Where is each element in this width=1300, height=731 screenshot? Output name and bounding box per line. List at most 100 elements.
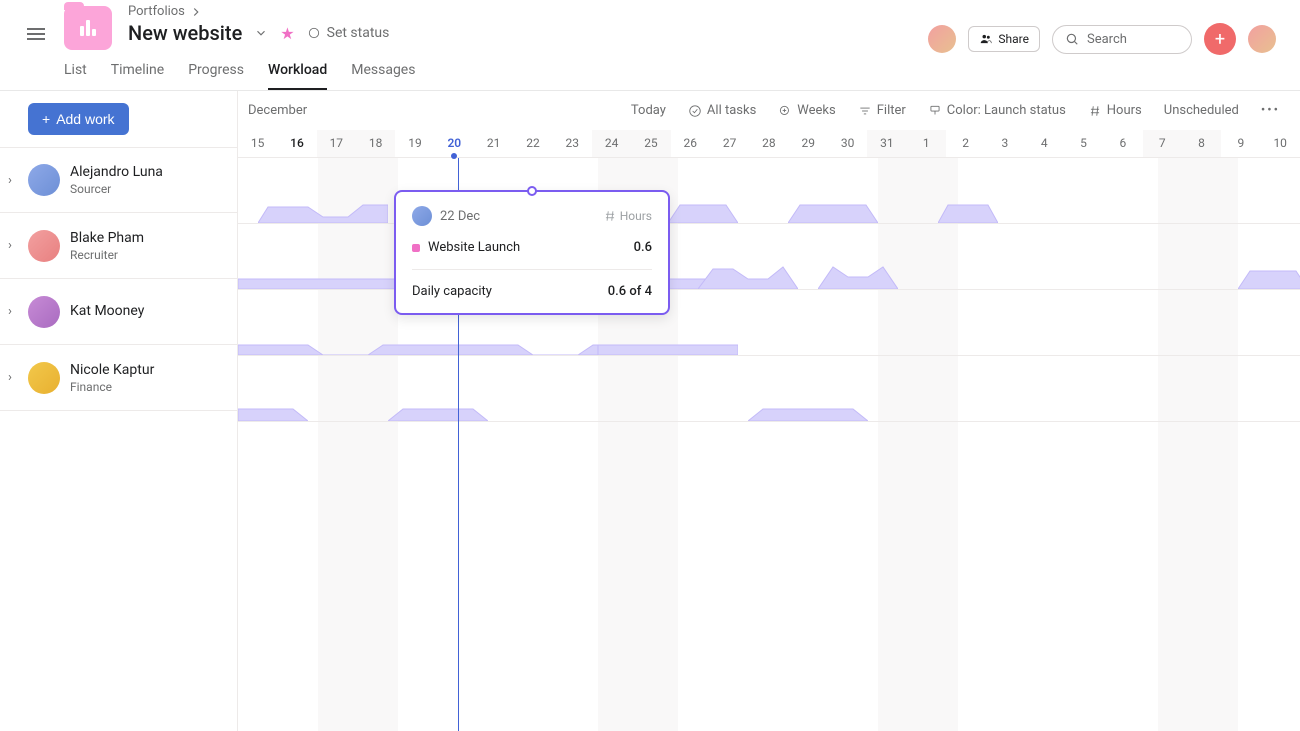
chevron-right-icon: › [8, 370, 18, 385]
color-button[interactable]: Color: Launch status [924, 99, 1070, 122]
topbar-right: Share Search + [928, 23, 1276, 55]
timeline-toolbar: December Today All tasks Weeks Filter Co… [238, 91, 1300, 130]
set-status-button[interactable]: Set status [307, 25, 390, 41]
workload-shape [238, 393, 308, 421]
member-name: Alejandro Luna [70, 164, 163, 180]
tab-timeline[interactable]: Timeline [111, 62, 164, 90]
date-cell[interactable]: 26 [671, 130, 710, 157]
add-work-button[interactable]: + Add work [28, 103, 129, 135]
hash-icon [603, 209, 617, 223]
user-avatar-small[interactable] [928, 25, 956, 53]
today-button[interactable]: Today [627, 99, 670, 122]
task-color-dot [412, 244, 420, 252]
date-cell[interactable]: 21 [474, 130, 513, 157]
all-tasks-filter[interactable]: All tasks [684, 99, 760, 122]
zoom-icon [778, 104, 792, 118]
date-cell[interactable]: 30 [828, 130, 867, 157]
date-cell[interactable]: 1 [907, 130, 946, 157]
hash-icon [1088, 104, 1102, 118]
date-cell[interactable]: 5 [1064, 130, 1103, 157]
search-input[interactable]: Search [1052, 25, 1192, 54]
workload-shape [668, 195, 738, 223]
status-circle-icon [307, 26, 321, 40]
plus-icon: + [42, 111, 50, 127]
tab-messages[interactable]: Messages [351, 62, 415, 90]
current-user-avatar[interactable] [1248, 25, 1276, 53]
date-cell[interactable]: 3 [985, 130, 1024, 157]
color-label: Color: Launch status [947, 103, 1066, 118]
tooltip-date: 22 Dec [440, 209, 480, 224]
member-row[interactable]: › Blake Pham Recruiter [0, 213, 237, 279]
workload-shape [788, 195, 878, 223]
avatar [28, 362, 60, 394]
month-label: December [246, 103, 307, 118]
search-placeholder: Search [1087, 32, 1127, 47]
tooltip-hours-badge: Hours [603, 209, 652, 223]
date-cell[interactable]: 22 [513, 130, 552, 157]
member-role: Finance [70, 380, 154, 394]
workload-shape [388, 393, 488, 421]
tab-list[interactable]: List [64, 62, 87, 90]
chevron-right-icon: › [8, 304, 18, 319]
date-cell[interactable]: 7 [1143, 130, 1182, 157]
tooltip-task-value: 0.6 [634, 240, 652, 255]
title-dropdown-icon[interactable] [254, 26, 268, 40]
member-row[interactable]: › Alejandro Luna Sourcer [0, 147, 237, 213]
workload-tooltip: 22 Dec Hours Website Launch 0.6 [394, 190, 670, 315]
unscheduled-button[interactable]: Unscheduled [1160, 99, 1243, 122]
main-content: + Add work › Alejandro Luna Sourcer › Bl… [0, 91, 1300, 731]
date-cell[interactable]: 31 [867, 130, 906, 157]
date-cell[interactable]: 23 [553, 130, 592, 157]
date-cell[interactable]: 6 [1103, 130, 1142, 157]
date-cell[interactable]: 4 [1025, 130, 1064, 157]
workload-shape [598, 327, 738, 355]
tab-workload[interactable]: Workload [268, 62, 327, 90]
hours-button[interactable]: Hours [1084, 99, 1146, 122]
tooltip-handle-icon[interactable] [527, 186, 537, 196]
workload-shape [818, 261, 898, 289]
date-cell[interactable]: 19 [395, 130, 434, 157]
date-cell[interactable]: 8 [1182, 130, 1221, 157]
date-cell[interactable]: 18 [356, 130, 395, 157]
hours-label: Hours [1107, 103, 1142, 118]
search-icon [1065, 32, 1079, 46]
share-button[interactable]: Share [968, 26, 1040, 52]
workload-shape [238, 327, 598, 355]
workload-shape [258, 195, 388, 223]
member-row[interactable]: › Nicole Kaptur Finance [0, 345, 237, 411]
date-cell[interactable]: 9 [1221, 130, 1260, 157]
chevron-right-icon [189, 5, 203, 19]
favorite-star-icon[interactable]: ★ [280, 24, 294, 43]
chevron-right-icon: › [8, 238, 18, 253]
member-role: Sourcer [70, 182, 163, 196]
date-cell[interactable]: 17 [317, 130, 356, 157]
breadcrumb-parent[interactable]: Portfolios [128, 4, 185, 19]
chevron-right-icon: › [8, 173, 18, 188]
zoom-weeks[interactable]: Weeks [774, 99, 839, 122]
member-row[interactable]: › Kat Mooney [0, 279, 237, 345]
workload-shape [1238, 261, 1300, 289]
date-cell[interactable]: 16 [277, 130, 316, 157]
date-cell[interactable]: 10 [1261, 130, 1300, 157]
date-cell[interactable]: 15 [238, 130, 277, 157]
date-header: 1516171819202122232425262728293031123456… [238, 130, 1300, 158]
member-name: Blake Pham [70, 230, 144, 246]
filter-button[interactable]: Filter [854, 99, 910, 122]
tab-progress[interactable]: Progress [188, 62, 244, 90]
date-cell[interactable]: 29 [789, 130, 828, 157]
date-cell[interactable]: 24 [592, 130, 631, 157]
date-cell[interactable]: 28 [749, 130, 788, 157]
date-cell[interactable]: 20 [435, 130, 474, 157]
date-cell[interactable]: 25 [631, 130, 670, 157]
global-add-button[interactable]: + [1204, 23, 1236, 55]
avatar [28, 296, 60, 328]
workload-grid: 22 Dec Hours Website Launch 0.6 [238, 158, 1300, 731]
tooltip-capacity-label: Daily capacity [412, 284, 492, 299]
nav-tabs: List Timeline Progress Workload Messages [0, 52, 1300, 91]
all-tasks-label: All tasks [707, 103, 756, 118]
more-options-icon[interactable]: ••• [1257, 99, 1284, 122]
date-cell[interactable]: 2 [946, 130, 985, 157]
title-block: Portfolios New website ★ Set status [128, 4, 912, 45]
date-cell[interactable]: 27 [710, 130, 749, 157]
menu-icon[interactable] [24, 22, 48, 46]
